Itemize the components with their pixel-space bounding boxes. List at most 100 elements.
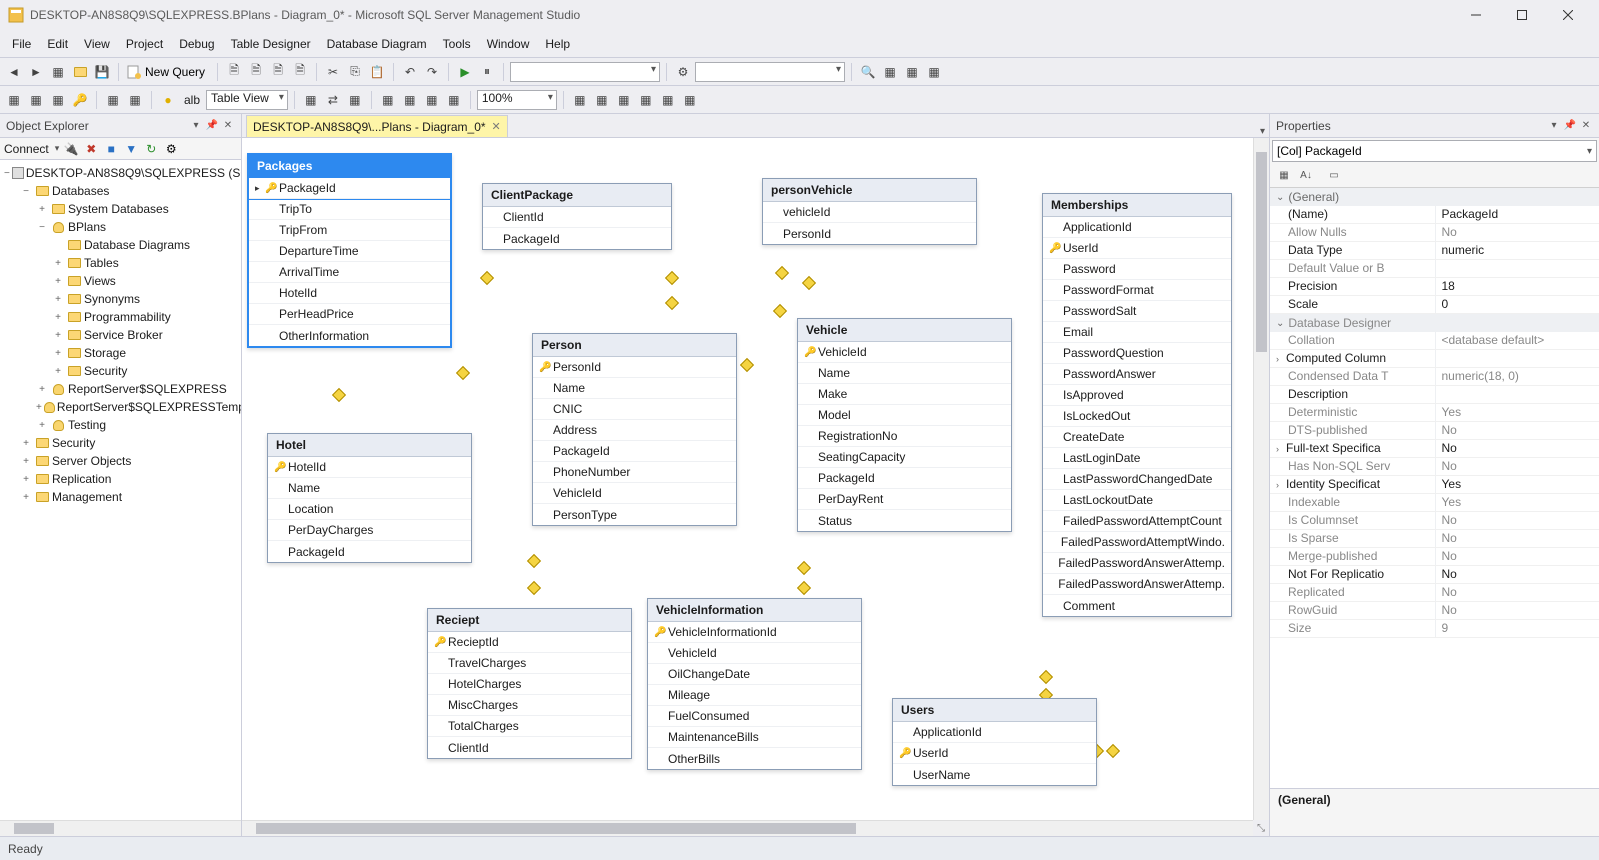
table-header[interactable]: Hotel <box>268 434 471 457</box>
property-row[interactable]: Condensed Data Tnumeric(18, 0) <box>1270 368 1599 386</box>
table-column[interactable]: 🔑RecieptId <box>428 632 631 653</box>
tb2-5[interactable]: ▦ <box>103 90 123 110</box>
menu-tools[interactable]: Tools <box>435 33 479 55</box>
tb2-10[interactable]: ▦ <box>400 90 420 110</box>
table-column[interactable]: VehicleId <box>533 483 736 504</box>
property-value[interactable]: No <box>1435 602 1599 619</box>
connect-icon[interactable]: 🔌 <box>63 141 79 157</box>
props-pin-icon[interactable]: 📌 <box>1563 119 1577 133</box>
close-panel-icon[interactable]: ✕ <box>221 119 235 133</box>
tree-node[interactable]: +Management <box>0 488 241 506</box>
table-column[interactable]: TravelCharges <box>428 653 631 674</box>
table-column[interactable]: PasswordSalt <box>1043 301 1231 322</box>
menu-database-diagram[interactable]: Database Diagram <box>319 33 435 55</box>
tb-icon-1[interactable]: 🗎 <box>224 62 244 82</box>
table-header[interactable]: ClientPackage <box>483 184 671 207</box>
property-row[interactable]: Description <box>1270 386 1599 404</box>
tb2-8[interactable]: ▦ <box>345 90 365 110</box>
property-row[interactable]: Has Non-SQL ServNo <box>1270 458 1599 476</box>
table-column[interactable]: Name <box>268 478 471 499</box>
table-column[interactable]: Name <box>798 363 1011 384</box>
cut-icon[interactable]: ✂ <box>323 62 343 82</box>
property-group[interactable]: ⌄Database Designer <box>1270 314 1599 332</box>
table-column[interactable]: SeatingCapacity <box>798 447 1011 468</box>
property-value[interactable]: 9 <box>1435 620 1599 637</box>
property-value[interactable] <box>1435 350 1599 367</box>
categorized-icon[interactable]: ▦ <box>1274 166 1294 186</box>
table-column[interactable]: 🔑HotelId <box>268 457 471 478</box>
table-column[interactable]: OtherBills <box>648 748 861 769</box>
property-value[interactable]: numeric(18, 0) <box>1435 368 1599 385</box>
tb2-16[interactable]: ▦ <box>636 90 656 110</box>
table-column[interactable]: CreateDate <box>1043 427 1231 448</box>
dropdown-icon[interactable]: ▾ <box>189 119 203 133</box>
diagram-tab[interactable]: DESKTOP-AN8S8Q9\...Plans - Diagram_0* ✕ <box>246 115 508 137</box>
property-row[interactable]: Size9 <box>1270 620 1599 638</box>
tb-misc-2[interactable]: ▦ <box>902 62 922 82</box>
table-column[interactable]: VehicleId <box>648 643 861 664</box>
tree-node[interactable]: +System Databases <box>0 200 241 218</box>
properties-object-selector[interactable]: [Col] PackageId <box>1272 140 1597 162</box>
table-column[interactable]: PackageId <box>483 228 671 249</box>
property-value[interactable]: No <box>1435 530 1599 547</box>
table-column[interactable]: FailedPasswordAnswerAttemp. <box>1043 574 1231 595</box>
table-column[interactable]: vehicleId <box>763 202 976 223</box>
property-value[interactable]: No <box>1435 566 1599 583</box>
menu-debug[interactable]: Debug <box>171 33 222 55</box>
tb2-12[interactable]: ▦ <box>444 90 464 110</box>
table-column[interactable]: OilChangeDate <box>648 664 861 685</box>
property-row[interactable]: Collation<database default> <box>1270 332 1599 350</box>
table-column[interactable]: Location <box>268 499 471 520</box>
canvas-vscroll[interactable] <box>1253 138 1269 820</box>
property-value[interactable] <box>1435 260 1599 277</box>
refresh-icon[interactable]: ↻ <box>143 141 159 157</box>
table-column[interactable]: PasswordAnswer <box>1043 364 1231 385</box>
table-vehicle[interactable]: Vehicle🔑VehicleIdNameMakeModelRegistrati… <box>797 318 1012 532</box>
table-header[interactable]: Packages <box>249 155 450 178</box>
table-column[interactable]: PackageId <box>268 541 471 562</box>
table-column[interactable]: OtherInformation <box>249 325 450 346</box>
disconnect-icon[interactable]: ✖ <box>83 141 99 157</box>
table-column[interactable]: PersonType <box>533 504 736 525</box>
property-row[interactable]: Not For ReplicatioNo <box>1270 566 1599 584</box>
menu-window[interactable]: Window <box>479 33 538 55</box>
table-header[interactable]: Memberships <box>1043 194 1231 217</box>
property-row[interactable]: (Name)PackageId <box>1270 206 1599 224</box>
property-value[interactable]: No <box>1435 224 1599 241</box>
tree-node[interactable]: −BPlans <box>0 218 241 236</box>
table-column[interactable]: LastLockoutDate <box>1043 490 1231 511</box>
tree-node[interactable]: +Security <box>0 362 241 380</box>
tb2-7[interactable]: ▦ <box>301 90 321 110</box>
table-column[interactable]: HotelId <box>249 283 450 304</box>
tb2-6[interactable]: ▦ <box>125 90 145 110</box>
table-column[interactable]: MiscCharges <box>428 695 631 716</box>
tb-misc-1[interactable]: ▦ <box>880 62 900 82</box>
table-clientpackage[interactable]: ClientPackageClientIdPackageId <box>482 183 672 250</box>
table-column[interactable]: PackageId <box>533 441 736 462</box>
tree-node[interactable]: −Databases <box>0 182 241 200</box>
table-column[interactable]: PasswordFormat <box>1043 280 1231 301</box>
table-column[interactable]: Mileage <box>648 685 861 706</box>
object-explorer-tree[interactable]: − DESKTOP-AN8S8Q9\SQLEXPRESS (SQL −Datab… <box>0 160 241 820</box>
property-value[interactable]: No <box>1435 584 1599 601</box>
database-combo[interactable] <box>510 62 660 82</box>
property-pages-icon[interactable]: ▭ <box>1324 166 1344 186</box>
table-column[interactable]: UserName <box>893 764 1096 785</box>
table-column[interactable]: Make <box>798 384 1011 405</box>
table-column[interactable]: IsApproved <box>1043 385 1231 406</box>
property-value[interactable]: 18 <box>1435 278 1599 295</box>
property-row[interactable]: Merge-publishedNo <box>1270 548 1599 566</box>
property-value[interactable]: Yes <box>1435 494 1599 511</box>
table-column[interactable]: PerDayRent <box>798 489 1011 510</box>
property-value[interactable]: No <box>1435 458 1599 475</box>
table-column[interactable]: FailedPasswordAttemptWindo. <box>1043 532 1231 553</box>
table-column[interactable]: FailedPasswordAttemptCount <box>1043 511 1231 532</box>
property-value[interactable]: <database default> <box>1435 332 1599 349</box>
table-column[interactable]: Name <box>533 378 736 399</box>
table-column[interactable]: TotalCharges <box>428 716 631 737</box>
table-column[interactable]: TripTo <box>249 199 450 220</box>
table-users[interactable]: UsersApplicationId🔑UserIdUserName <box>892 698 1097 786</box>
property-row[interactable]: Is ColumnsetNo <box>1270 512 1599 530</box>
property-group[interactable]: ⌄(General) <box>1270 188 1599 206</box>
tb2-18[interactable]: ▦ <box>680 90 700 110</box>
